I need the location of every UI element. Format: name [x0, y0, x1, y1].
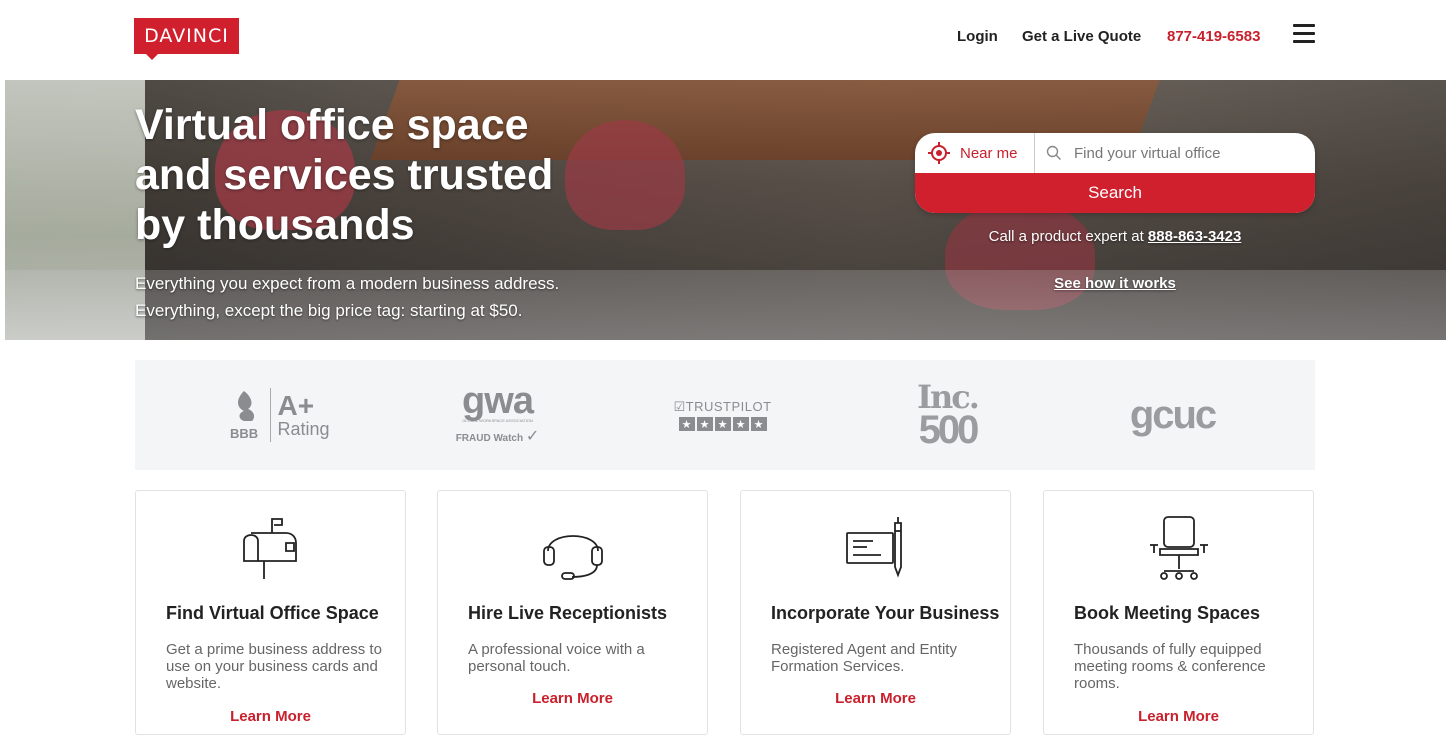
headset-icon: [542, 535, 603, 580]
expert-phone-link[interactable]: 888-863-3423: [1148, 228, 1241, 245]
card-title: Find Virtual Office Space: [166, 603, 379, 623]
learn-more-link[interactable]: Learn More: [1044, 708, 1313, 725]
trustpilot-check-icon: ☑: [673, 399, 686, 414]
star-icon: ★: [678, 417, 695, 431]
bbb-grade: A+: [277, 390, 315, 421]
check-pen-icon: [845, 517, 902, 578]
trustpilot-stars: ★ ★ ★ ★ ★: [678, 417, 767, 431]
search-button[interactable]: Search: [915, 173, 1315, 213]
login-link[interactable]: Login: [957, 28, 998, 45]
learn-more-link[interactable]: Learn More: [136, 708, 405, 725]
gcuc-logo-text: gcuc: [1129, 392, 1217, 437]
hero-subtitle: Everything you expect from a modern busi…: [135, 270, 559, 324]
inc-500-badge: Inc. 500: [910, 360, 985, 470]
star-icon: ★: [696, 417, 713, 431]
bbb-mark: BBB: [230, 426, 259, 441]
gwa-fraud-watch-text: FRAUD Watch ✓: [455, 428, 540, 445]
learn-more-link[interactable]: Learn More: [741, 690, 1010, 707]
card-title: Book Meeting Spaces: [1074, 603, 1261, 623]
service-card-virtual-office: Find Virtual Office Space Get a prime bu…: [135, 490, 406, 735]
inc-500-text: 500: [918, 408, 980, 452]
star-icon: ★: [732, 417, 749, 431]
search-input[interactable]: [1074, 144, 1304, 162]
card-description: Thousands of fully equipped meeting room…: [1074, 641, 1266, 692]
bbb-rating-badge: BBB A+ Rating: [230, 360, 330, 470]
star-icon: ★: [714, 417, 731, 431]
phone-link[interactable]: 877-419-6583: [1167, 28, 1260, 45]
trustpilot-badge: ☑TRUSTPILOT ★ ★ ★ ★ ★: [673, 360, 772, 470]
live-quote-link[interactable]: Get a Live Quote: [1022, 28, 1141, 45]
office-search-box: Near me Search: [915, 133, 1315, 213]
gwa-logo-text: gwa: [462, 380, 534, 422]
davinci-logo[interactable]: DAVINCI: [134, 18, 239, 60]
card-description: Registered Agent and Entity Formation Se…: [771, 641, 957, 675]
gcuc-badge: gcuc: [1125, 360, 1220, 470]
see-how-it-works-link[interactable]: See how it works: [915, 275, 1315, 292]
hero-subtitle-line: Everything, except the big price tag: st…: [135, 301, 523, 320]
hamburger-menu-icon[interactable]: [1293, 24, 1315, 43]
gwa-fraud-watch-badge: gwa GLOBAL WORKSPACE ASSOCIATION FRAUD W…: [450, 360, 545, 470]
office-chair-icon: [1149, 516, 1208, 580]
card-title: Hire Live Receptionists: [468, 603, 668, 623]
near-me-button[interactable]: Near me: [915, 133, 1035, 173]
search-icon: [1046, 145, 1061, 160]
card-description: Get a prime business address to use on y…: [166, 641, 382, 692]
card-title: Incorporate Your Business: [771, 603, 1000, 623]
near-me-label: Near me: [960, 144, 1018, 162]
crosshair-location-icon: [928, 142, 950, 164]
site-header: DAVINCI Login Get a Live Quote 877-419-6…: [0, 0, 1446, 80]
search-field: [1036, 133, 1315, 173]
service-card-receptionists: Hire Live Receptionists A professional v…: [437, 490, 708, 735]
card-description: A professional voice with a personal tou…: [468, 641, 645, 675]
mailbox-icon: [242, 518, 297, 579]
hero-subtitle-line: Everything you expect from a modern busi…: [135, 274, 560, 293]
learn-more-link[interactable]: Learn More: [438, 690, 707, 707]
call-expert-text: Call a product expert at 888-863-3423: [915, 228, 1315, 245]
trustpilot-label: ☑TRUSTPILOT: [673, 399, 772, 414]
bbb-divider: [270, 388, 272, 442]
star-icon: ★: [750, 417, 767, 431]
service-card-incorporate: Incorporate Your Business Registered Age…: [740, 490, 1011, 735]
checkmark-icon: ✓: [525, 428, 540, 445]
service-card-meeting-spaces: Book Meeting Spaces Thousands of fully e…: [1043, 490, 1314, 735]
bbb-rating-label: Rating: [277, 419, 330, 439]
call-prefix: Call a product expert at: [988, 228, 1144, 245]
hero-title: Virtual office space and services truste…: [135, 101, 554, 249]
gwa-subtext: GLOBAL WORKSPACE ASSOCIATION: [462, 418, 533, 423]
trust-badges-strip: BBB A+ Rating gwa GLOBAL WORKSPACE ASSOC…: [135, 360, 1315, 470]
